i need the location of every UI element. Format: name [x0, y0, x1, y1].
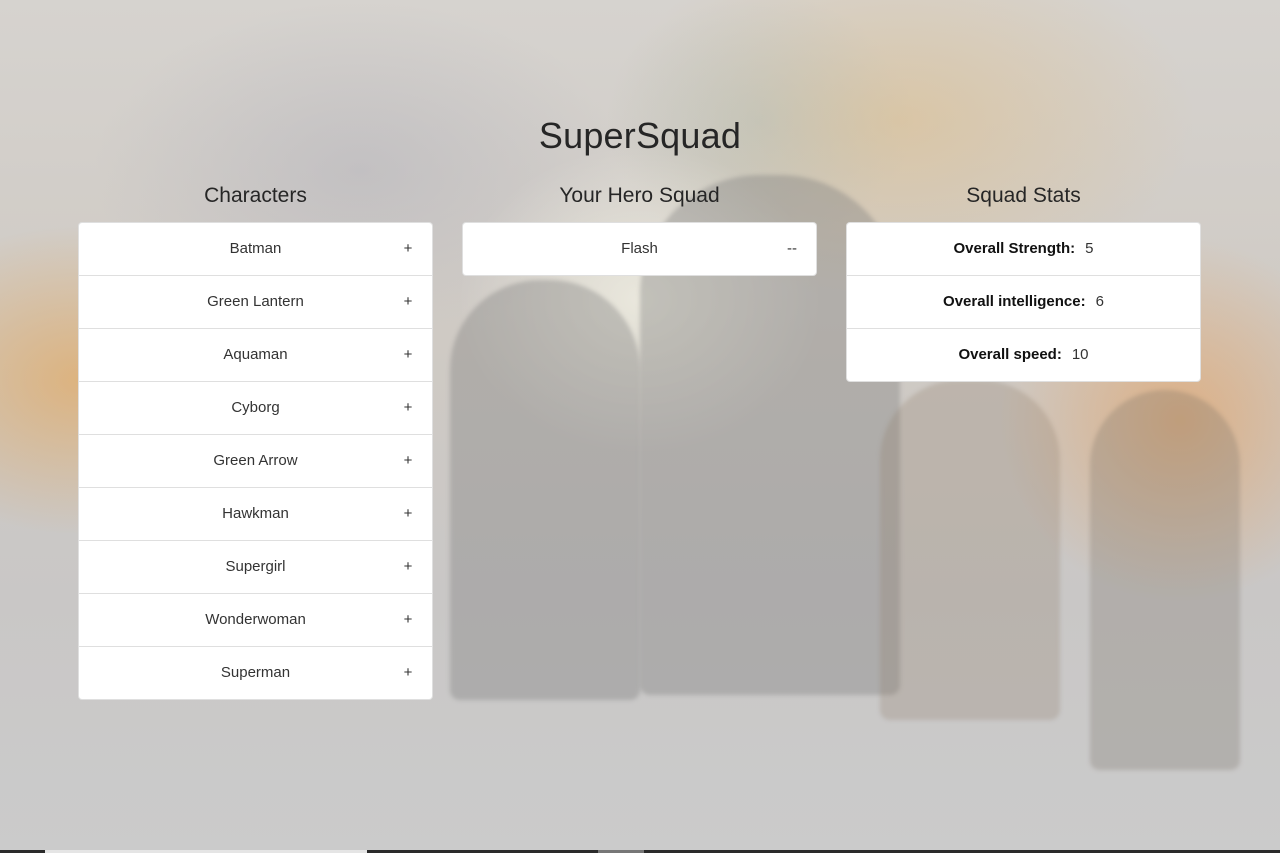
hero-silhouette: [880, 380, 1060, 720]
add-hero-button[interactable]: +: [398, 435, 418, 487]
squad-stats-panel: Squad Stats Overall Strength: 5 Overall i…: [846, 180, 1201, 382]
stat-label: Overall Strength:: [953, 240, 1076, 257]
hero-squad-panel: Your Hero Squad Flash --: [462, 180, 817, 276]
character-item-green-arrow: Green Arrow +: [79, 434, 432, 487]
character-item-wonderwoman: Wonderwoman +: [79, 593, 432, 646]
character-item-aquaman: Aquaman +: [79, 328, 432, 381]
character-item-superman: Superman +: [79, 646, 432, 699]
page-title: SuperSquad: [538, 115, 742, 156]
hero-squad-list: Flash --: [462, 222, 817, 276]
stat-label: Overall speed:: [958, 346, 1062, 363]
squad-hero-name: Flash: [621, 240, 658, 257]
character-item-supergirl: Supergirl +: [79, 540, 432, 593]
remove-hero-button[interactable]: --: [782, 223, 802, 275]
character-name: Batman: [229, 240, 282, 257]
characters-list: Batman + Green Lantern + Aquaman + Cybor…: [78, 222, 433, 700]
character-name: Superman: [220, 664, 291, 681]
character-name: Hawkman: [222, 505, 289, 522]
character-name: Cyborg: [231, 399, 280, 416]
stat-value: 6: [1095, 293, 1104, 310]
character-item-green-lantern: Green Lantern +: [79, 275, 432, 328]
character-name: Supergirl: [225, 558, 286, 575]
squad-item-flash: Flash --: [463, 223, 816, 275]
character-name: Green Arrow: [213, 452, 298, 469]
add-hero-button[interactable]: +: [398, 488, 418, 540]
add-hero-button[interactable]: +: [398, 382, 418, 434]
add-hero-button[interactable]: +: [398, 594, 418, 646]
add-hero-button[interactable]: +: [398, 223, 418, 275]
stat-row-intelligence: Overall intelligence: 6: [847, 275, 1200, 328]
characters-heading: Characters: [204, 184, 307, 207]
character-name: Aquaman: [223, 346, 288, 363]
stat-row-speed: Overall speed: 10: [847, 328, 1200, 381]
character-item-cyborg: Cyborg +: [79, 381, 432, 434]
hero-silhouette: [450, 280, 640, 700]
add-hero-button[interactable]: +: [398, 541, 418, 593]
character-name: Green Lantern: [207, 293, 304, 310]
stat-label: Overall intelligence:: [943, 293, 1086, 310]
character-item-hawkman: Hawkman +: [79, 487, 432, 540]
add-hero-button[interactable]: +: [398, 647, 418, 699]
squad-stats-heading: Squad Stats: [966, 184, 1081, 207]
character-name: Wonderwoman: [205, 611, 306, 628]
add-hero-button[interactable]: +: [398, 276, 418, 328]
squad-stats-list: Overall Strength: 5 Overall intelligence:…: [846, 222, 1201, 382]
hero-squad-heading: Your Hero Squad: [559, 184, 720, 207]
hero-silhouette: [1090, 390, 1240, 770]
stat-row-strength: Overall Strength: 5: [847, 223, 1200, 275]
stat-value: 5: [1085, 240, 1094, 257]
characters-panel: Characters Batman + Green Lantern + Aqua…: [78, 180, 433, 700]
stat-value: 10: [1071, 346, 1089, 363]
character-item-batman: Batman +: [79, 223, 432, 275]
add-hero-button[interactable]: +: [398, 329, 418, 381]
